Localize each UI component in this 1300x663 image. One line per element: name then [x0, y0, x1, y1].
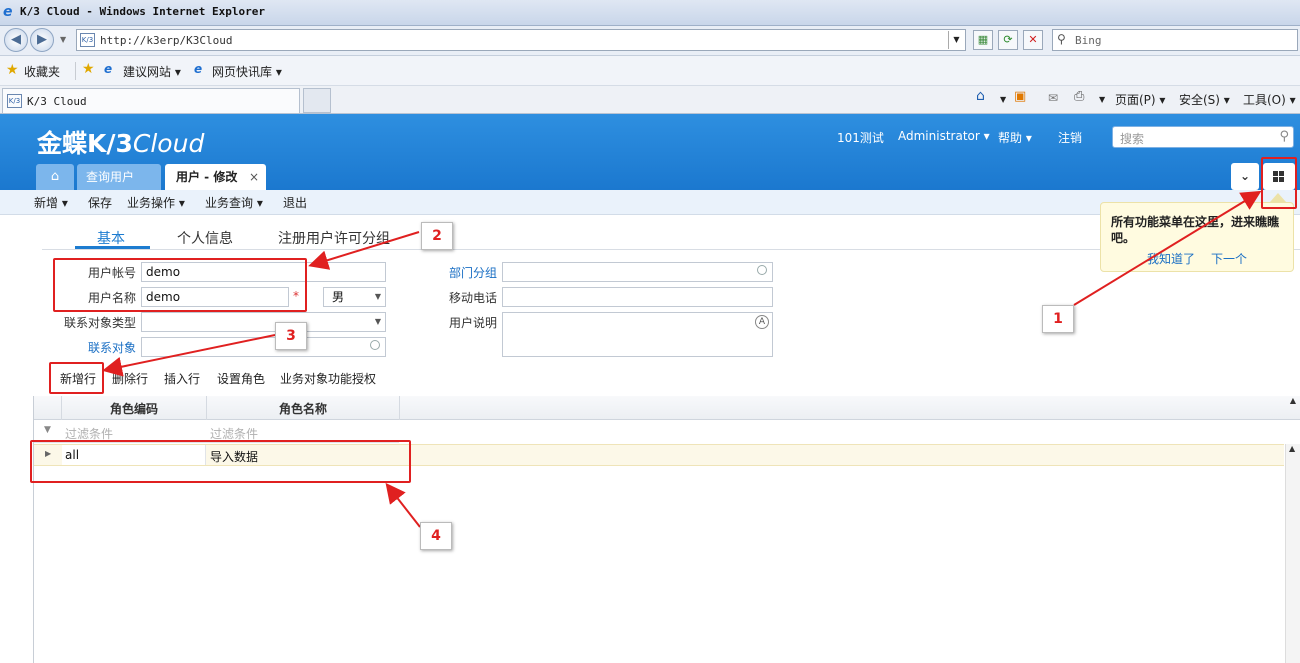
annotation-arrow-2: [308, 231, 420, 270]
annotation-arrows: [102, 190, 1262, 528]
annotation-callout-3: 3: [275, 322, 307, 350]
annotation-callout-4: 4: [420, 522, 452, 550]
annotation-arrow-1: [1073, 190, 1262, 306]
annotation-callout-2: 2: [421, 222, 453, 250]
annotation-callout-1: 1: [1042, 305, 1074, 333]
annotation-arrow-3: [102, 334, 276, 377]
annotation-arrow-4: [385, 482, 421, 528]
